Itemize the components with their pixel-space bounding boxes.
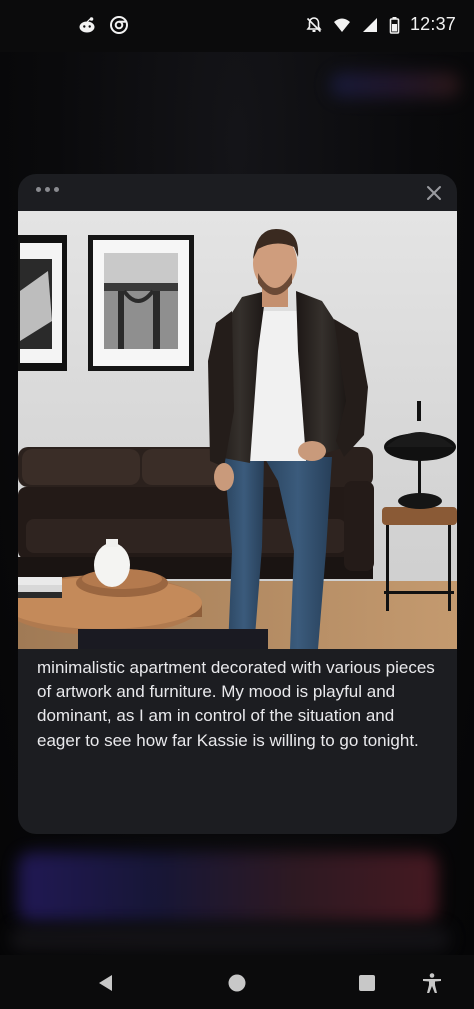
battery-icon [389,16,400,34]
close-icon[interactable] [425,184,443,202]
story-text-region: minimalistic apartment decorated with va… [37,656,442,826]
wifi-icon [333,16,351,34]
framed-artwork-center [88,235,194,371]
blurred-content-strip [10,927,450,951]
back-icon[interactable] [95,972,117,994]
framed-artwork-left [18,235,67,371]
more-horizontal-icon[interactable] [36,187,59,192]
cellular-signal-icon [361,16,379,34]
notifications-off-icon [305,16,323,34]
rug [78,629,268,649]
story-modal: minimalistic apartment decorated with va… [18,174,457,834]
character-image [18,211,457,649]
clock: 12:37 [409,14,456,34]
story-text: minimalistic apartment decorated with va… [37,658,435,750]
status-bar: 12:37 [0,0,474,52]
chrome-icon [110,16,128,34]
accessibility-icon[interactable] [421,972,443,994]
reddit-icon [78,16,96,34]
blurred-content-block [18,852,438,922]
navigation-bar [0,955,474,1009]
modal-header [18,174,457,211]
home-icon[interactable] [226,972,248,994]
blurred-header-pill [330,72,460,98]
recents-icon[interactable] [356,972,378,994]
